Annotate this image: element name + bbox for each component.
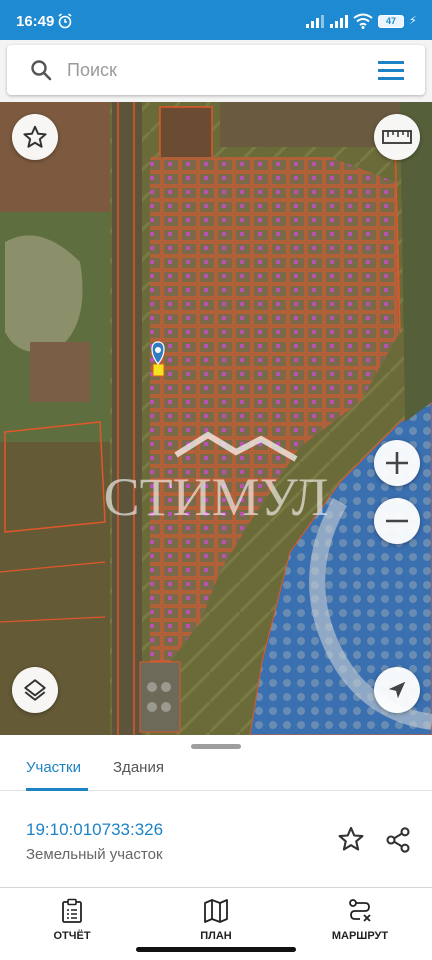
- parcel-cadastral-number[interactable]: 19:10:010733:326: [26, 820, 163, 840]
- layers-icon: [24, 679, 46, 701]
- status-bar: 16:49 47 ⚡: [0, 0, 432, 40]
- search-box: [7, 45, 425, 95]
- signal-icon: [330, 15, 348, 28]
- hamburger-menu-icon[interactable]: [377, 58, 405, 82]
- nav-plan-label: ПЛАН: [200, 930, 232, 942]
- watermark-logo: СТИМУЛ: [104, 431, 329, 517]
- parcel-type: Земельный участок: [26, 846, 163, 863]
- wifi-icon: [353, 13, 373, 29]
- nav-route-label: МАРШРУТ: [331, 930, 389, 942]
- favorites-button[interactable]: [12, 114, 58, 160]
- share-icon[interactable]: [384, 826, 412, 854]
- charging-icon: ⚡: [409, 15, 417, 27]
- watermark-text: СТИМУЛ: [104, 467, 329, 517]
- ruler-button[interactable]: [374, 114, 420, 160]
- nav-report-label: ОТЧЁТ: [53, 930, 91, 942]
- minus-icon: [386, 519, 408, 523]
- nav-route[interactable]: МАРШРУТ: [310, 898, 410, 942]
- star-icon[interactable]: [337, 825, 365, 853]
- nav-plan[interactable]: ПЛАН: [166, 898, 266, 942]
- top-bar: [0, 40, 432, 102]
- tab-buildings[interactable]: Здания: [113, 755, 164, 791]
- alarm-icon: [58, 13, 72, 29]
- battery-indicator: 47: [378, 15, 404, 28]
- signal-icon: [306, 15, 324, 28]
- search-input[interactable]: [67, 55, 357, 85]
- tab-parcels[interactable]: Участки: [26, 755, 88, 791]
- map-view[interactable]: СТИМУЛ: [0, 102, 432, 735]
- plus-icon: [386, 452, 408, 474]
- route-icon: [349, 899, 371, 922]
- search-icon[interactable]: [29, 58, 53, 82]
- zoom-out-button[interactable]: [374, 498, 420, 544]
- ruler-icon: [382, 130, 412, 144]
- my-location-button[interactable]: [374, 667, 420, 713]
- star-icon: [23, 125, 47, 148]
- layers-button[interactable]: [12, 667, 58, 713]
- home-indicator[interactable]: [136, 947, 296, 952]
- tab-bar: Участки Здания: [0, 751, 432, 791]
- status-time: 16:49: [16, 13, 55, 30]
- nav-report[interactable]: ОТЧЁТ: [22, 898, 122, 942]
- map-icon: [204, 899, 228, 923]
- drag-handle[interactable]: [191, 744, 241, 749]
- clipboard-icon: [62, 898, 82, 923]
- zoom-in-button[interactable]: [374, 440, 420, 486]
- navigation-arrow-icon: [388, 681, 406, 699]
